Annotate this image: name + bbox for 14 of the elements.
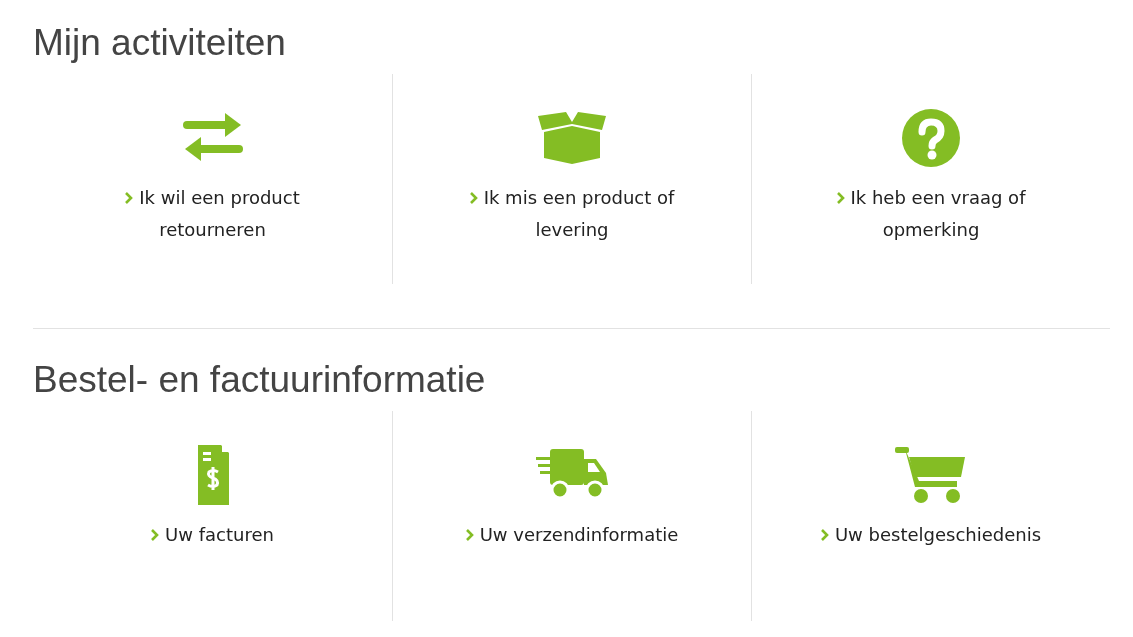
chevron-icon <box>465 529 474 541</box>
chevron-icon <box>151 529 160 541</box>
link[interactable]: Uw verzendinformatie <box>465 519 679 551</box>
chevron-icon <box>125 192 134 204</box>
link[interactable]: Uw facturen <box>151 519 274 551</box>
chevron-icon <box>469 192 478 204</box>
link[interactable]: Ik heb een vraag of opmerking <box>811 182 1051 246</box>
link[interactable]: Ik wil een product retourneren <box>92 182 333 246</box>
section-heading: Mijn activiteiten <box>33 22 287 64</box>
chevron-icon <box>820 529 829 541</box>
link[interactable]: Ik mis een product of levering <box>452 182 692 246</box>
section-heading: Bestel- en factuurinformatie <box>33 359 487 401</box>
chevron-icon <box>836 192 845 204</box>
link[interactable]: Uw bestelgeschiedenis <box>820 519 1042 551</box>
